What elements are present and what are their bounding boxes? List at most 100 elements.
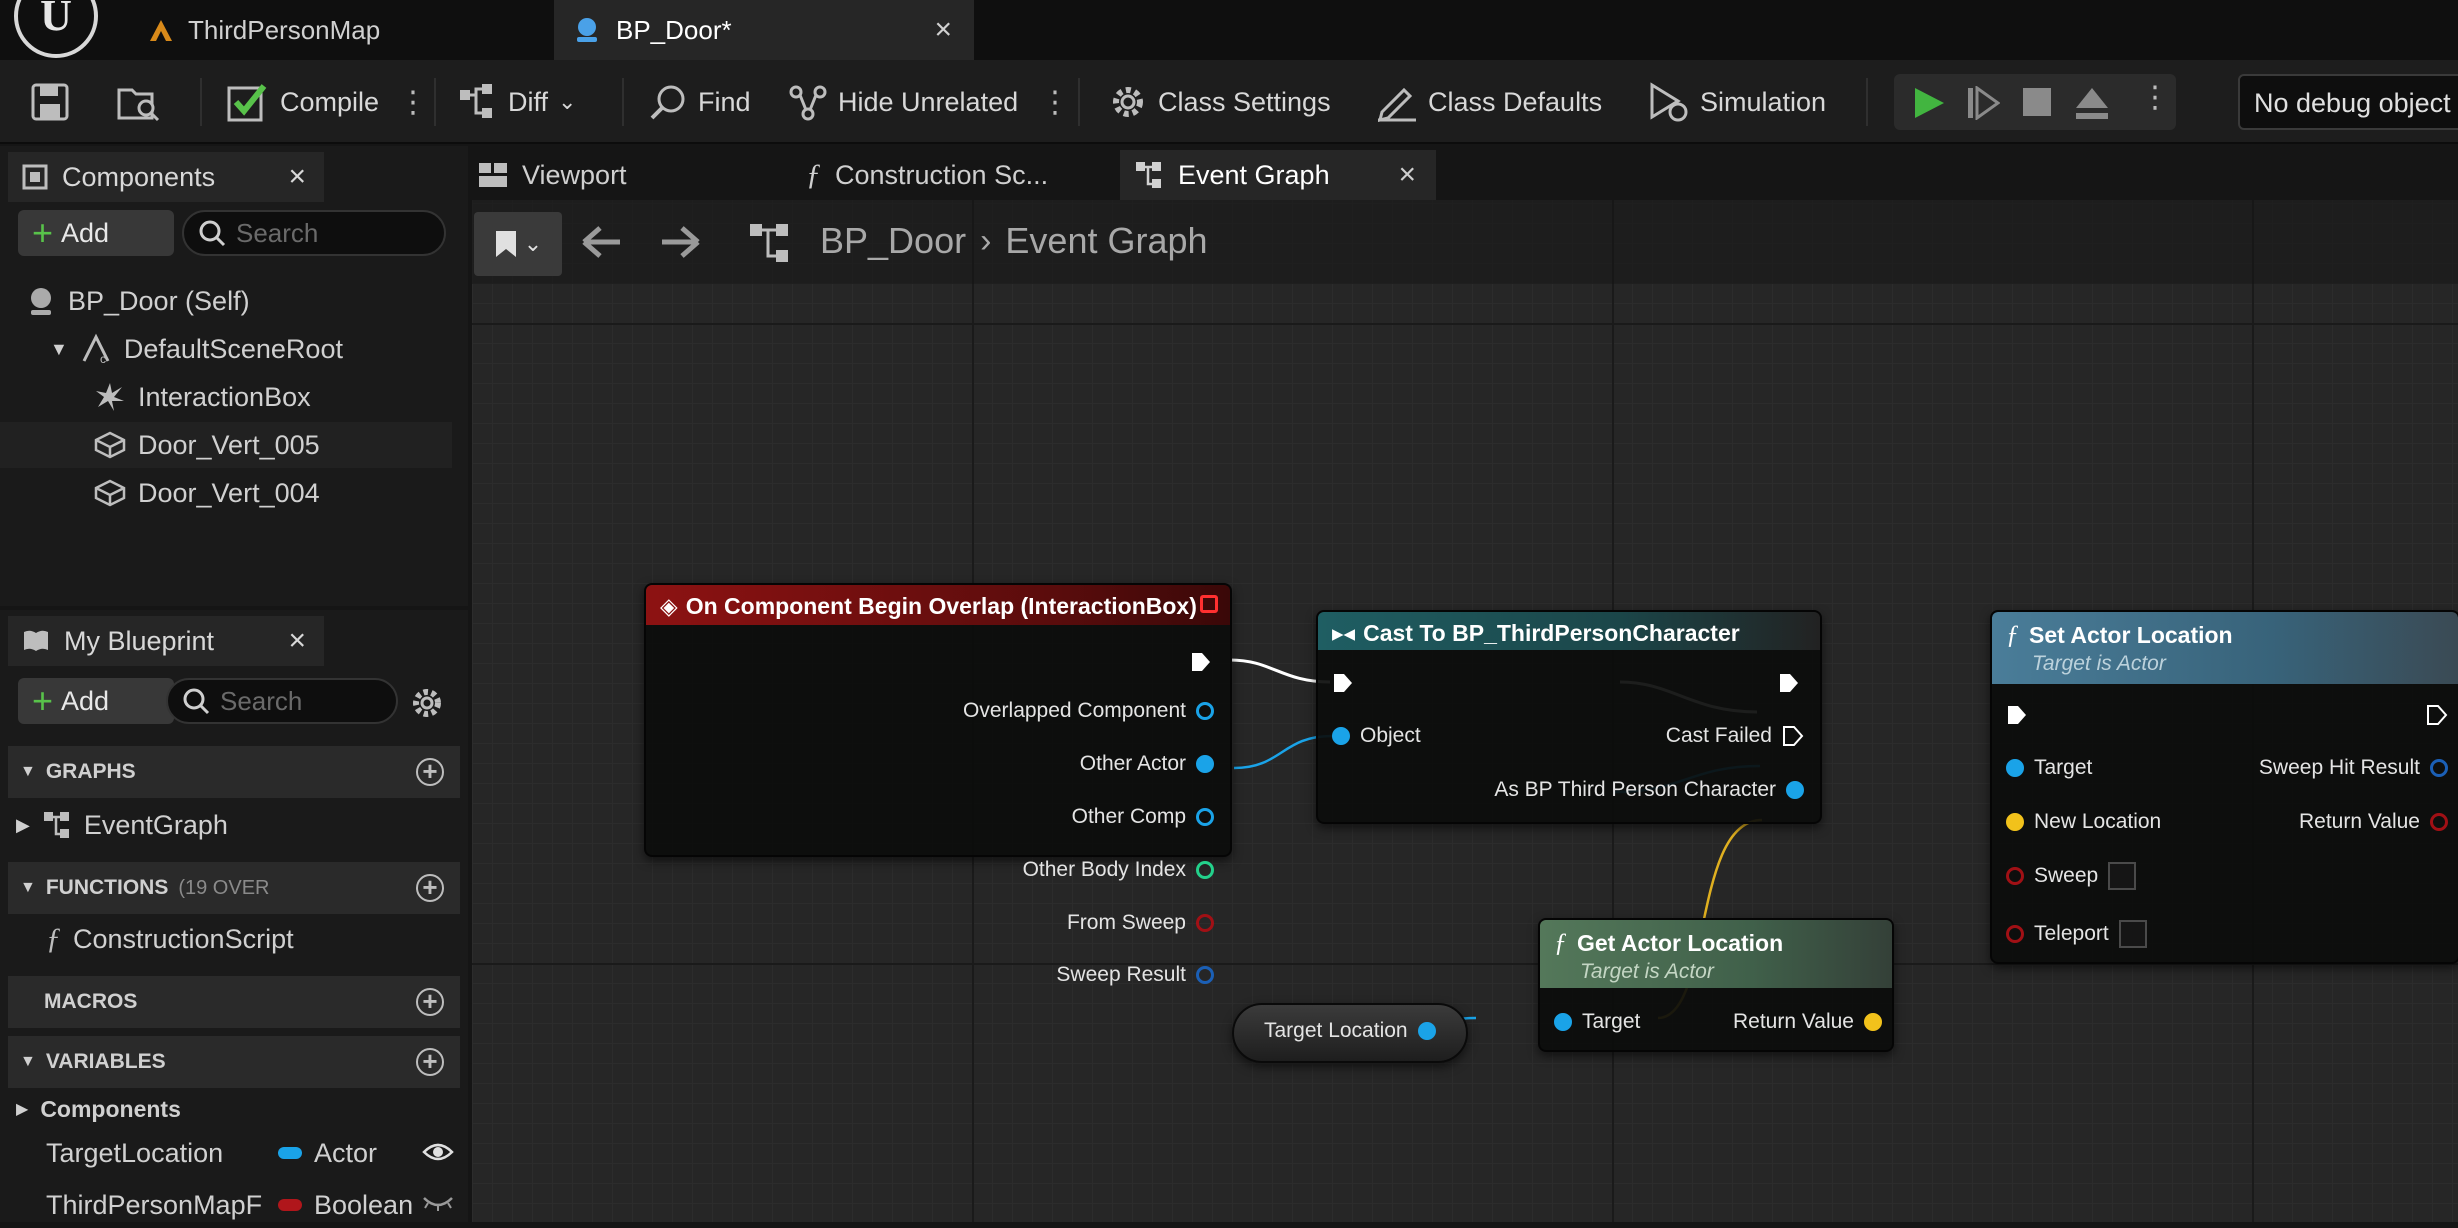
tree-item-interactionbox[interactable]: InteractionBox	[94, 374, 311, 420]
pin-sweep-hit-result[interactable]: Sweep Hit Result	[2259, 756, 2448, 780]
tab-construction-script[interactable]: ƒ Construction Sc...	[806, 150, 1048, 200]
pin-other-body-index[interactable]: Other Body Index	[1023, 858, 1214, 882]
browse-button[interactable]	[116, 76, 162, 128]
pin-cast-failed[interactable]: Cast Failed	[1666, 724, 1804, 748]
eye-icon[interactable]	[422, 1140, 454, 1164]
pin-other-comp[interactable]: Other Comp	[1072, 805, 1214, 829]
exec-out-pin[interactable]	[1778, 672, 1800, 694]
exec-in-pin[interactable]	[1332, 672, 1354, 694]
graphs-section-header[interactable]: ▼ GRAPHS +	[8, 746, 460, 798]
variable-category-components[interactable]: ▶ Components	[16, 1086, 181, 1132]
set-actor-location-node[interactable]: ƒ Set Actor Location Target is Actor Targ…	[1990, 610, 2458, 964]
simulation-icon	[1650, 82, 1688, 122]
exec-out-pin[interactable]	[2426, 704, 2448, 726]
tree-label: BP_Door (Self)	[68, 285, 250, 316]
add-variable-icon[interactable]: +	[416, 1048, 444, 1076]
tree-item-door-vert-005[interactable]: Door_Vert_005	[0, 422, 452, 468]
tab-bp-door[interactable]: BP_Door* ×	[554, 0, 974, 60]
expand-arrow-icon[interactable]: ▶	[16, 815, 30, 836]
add-function-icon[interactable]: +	[416, 874, 444, 902]
variable-getter-target-location[interactable]: Target Location	[1232, 1003, 1468, 1063]
unreal-logo-icon[interactable]: U	[14, 0, 98, 58]
pin-target[interactable]: Target	[1554, 1010, 1640, 1034]
my-blueprint-tab[interactable]: My Blueprint ×	[8, 616, 324, 666]
tab-viewport[interactable]: Viewport	[478, 150, 627, 200]
expand-arrow-icon[interactable]: ▶	[16, 1099, 28, 1119]
separator	[434, 78, 436, 126]
play-options-icon[interactable]: ⋮	[2140, 80, 2170, 115]
pin-sweep[interactable]: Sweep	[2006, 862, 2137, 890]
my-blueprint-search-input[interactable]: Search	[166, 678, 398, 724]
eject-icon[interactable]	[2074, 86, 2110, 120]
cast-node[interactable]: ▸◂ Cast To BP_ThirdPersonCharacter Object…	[1316, 610, 1822, 824]
variable-item[interactable]: ThirdPersonMapF Boolean	[46, 1182, 466, 1228]
function-item-constructionscript[interactable]: ƒ ConstructionScript	[46, 916, 294, 962]
pin-overlapped-component[interactable]: Overlapped Component	[963, 699, 1214, 723]
tab-thirdpersonmap[interactable]: ThirdPersonMap	[130, 0, 550, 60]
close-icon[interactable]: ×	[288, 160, 306, 194]
pin-sweep-result[interactable]: Sweep Result	[1056, 963, 1214, 987]
components-title: Components	[62, 161, 216, 192]
pin-target-location[interactable]: Target Location	[1264, 1019, 1436, 1043]
tree-item-door-vert-004[interactable]: Door_Vert_004	[94, 470, 320, 516]
event-graph-canvas[interactable]: ⌄ BP_Door › Event Graph ◈ On Component Be…	[472, 200, 2458, 1222]
components-tab[interactable]: Components ×	[8, 152, 324, 202]
pin-target[interactable]: Target	[2006, 756, 2092, 780]
add-graph-icon[interactable]: +	[416, 758, 444, 786]
variables-section-header[interactable]: ▼ VARIABLES +	[8, 1036, 460, 1088]
settings-gear-icon[interactable]	[410, 686, 444, 720]
class-defaults-button[interactable]: Class Defaults	[1376, 76, 1602, 128]
variable-item[interactable]: TargetLocation Actor	[46, 1130, 466, 1176]
stop-icon[interactable]	[2022, 87, 2052, 117]
debug-object-dropdown[interactable]: No debug object s	[2238, 74, 2458, 130]
pin-label: Sweep Result	[1056, 963, 1186, 986]
components-icon	[22, 164, 48, 190]
close-icon[interactable]: ×	[934, 13, 952, 47]
components-search-input[interactable]: Search	[182, 210, 446, 256]
get-actor-location-node[interactable]: ƒ Get Actor Location Target is Actor Targ…	[1538, 918, 1894, 1052]
play-icon[interactable]	[1912, 86, 1946, 120]
pin-other-actor[interactable]: Other Actor	[1080, 752, 1214, 776]
hide-unrelated-button[interactable]: Hide Unrelated	[788, 76, 1018, 128]
pin-label: Other Actor	[1079, 752, 1186, 775]
advance-frame-icon[interactable]	[1966, 86, 2000, 120]
pin-as-bp-third-person-character[interactable]: As BP Third Person Character	[1494, 778, 1804, 802]
tab-label: Construction Sc...	[835, 159, 1049, 190]
pin-new-location[interactable]: New Location	[2006, 810, 2161, 834]
node-header: ▸◂ Cast To BP_ThirdPersonCharacter	[1318, 612, 1820, 650]
add-member-button[interactable]: + Add	[18, 678, 174, 724]
exec-in-pin[interactable]	[2006, 704, 2028, 726]
collapse-arrow-icon[interactable]: ▼	[50, 339, 68, 360]
pin-return-value[interactable]: Return Value	[2299, 810, 2448, 834]
pin-teleport[interactable]: Teleport	[2006, 920, 2147, 948]
functions-section-header[interactable]: ▼ FUNCTIONS (19 OVER +	[8, 862, 460, 914]
event-node-begin-overlap[interactable]: ◈ On Component Begin Overlap (Interaction…	[644, 583, 1232, 986]
close-icon[interactable]: ×	[1398, 158, 1416, 192]
add-component-button[interactable]: + Add	[18, 210, 174, 256]
pin-return-value[interactable]: Return Value	[1733, 1010, 1882, 1034]
pin-object[interactable]: Object	[1332, 724, 1421, 748]
pin-label: Target Location	[1264, 1019, 1408, 1042]
tree-item-self[interactable]: BP_Door (Self)	[26, 278, 250, 324]
eye-closed-icon[interactable]	[422, 1194, 454, 1214]
add-macro-icon[interactable]: +	[416, 988, 444, 1016]
graph-item-eventgraph[interactable]: ▶ EventGraph	[16, 802, 228, 848]
tree-item-defaultsceneroot[interactable]: ▼ c DefaultSceneRoot	[50, 326, 343, 372]
diff-button[interactable]: Diff ⌄	[458, 76, 576, 128]
compile-button[interactable]: Compile	[226, 76, 379, 128]
find-button[interactable]: Find	[648, 76, 751, 128]
compile-options-icon[interactable]: ⋮	[398, 76, 428, 128]
hide-unrelated-options-icon[interactable]: ⋮	[1040, 76, 1070, 128]
save-button[interactable]	[30, 76, 70, 128]
pin-from-sweep[interactable]: From Sweep	[1067, 911, 1214, 935]
simulation-button[interactable]: Simulation	[1648, 76, 1826, 128]
pin-dot-icon	[1196, 702, 1214, 720]
sweep-checkbox[interactable]	[2108, 862, 2137, 890]
class-settings-button[interactable]: Class Settings	[1108, 76, 1331, 128]
teleport-checkbox[interactable]	[2118, 920, 2147, 948]
tab-event-graph[interactable]: Event Graph ×	[1120, 150, 1436, 200]
exec-out-pin[interactable]	[1190, 651, 1212, 673]
node-title: Set Actor Location	[2029, 622, 2233, 648]
macros-section-header[interactable]: MACROS +	[8, 976, 460, 1028]
close-icon[interactable]: ×	[288, 624, 306, 658]
